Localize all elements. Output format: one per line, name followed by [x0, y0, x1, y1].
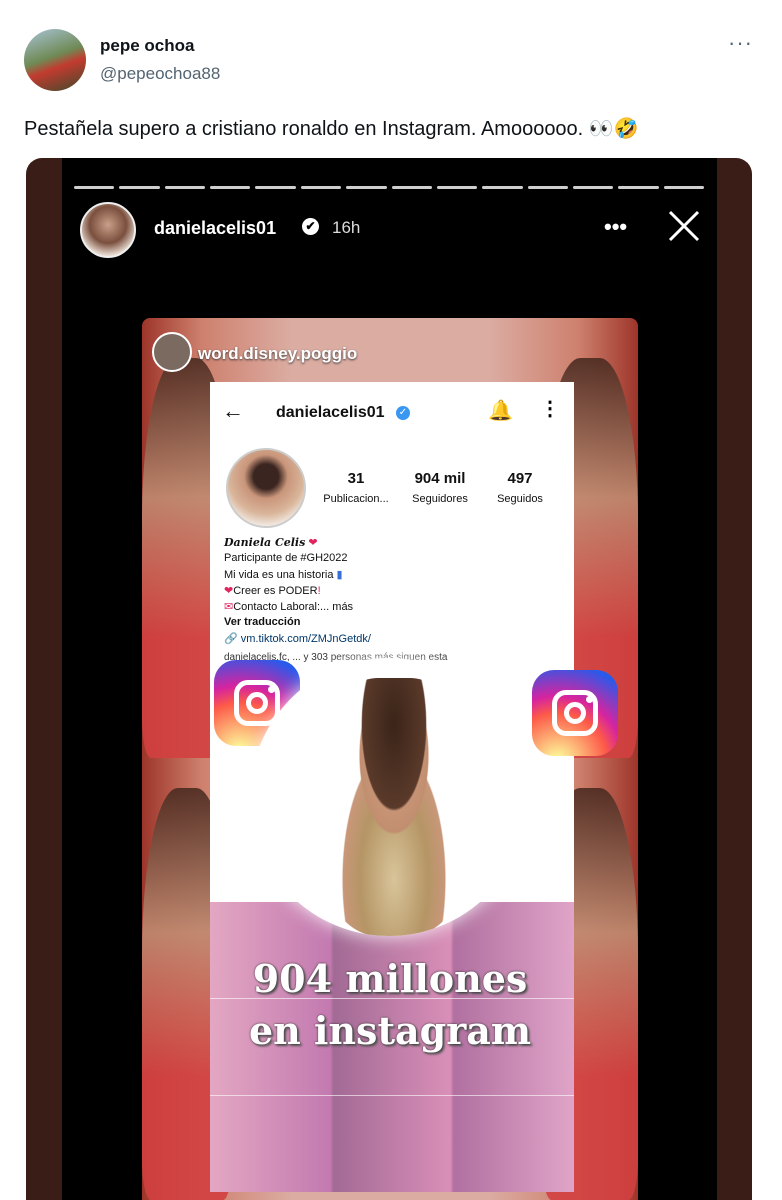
bio-line: ✉Contacto Laboral:... más [224, 601, 354, 613]
heart-icon: ❤ [308, 537, 318, 549]
story-time: 16h [332, 218, 361, 237]
back-arrow-icon: ← [222, 398, 244, 423]
story-username: danielacelis01 [154, 218, 277, 238]
profile-avatar [226, 448, 306, 528]
author-handle[interactable]: @pepeochoa88 [100, 64, 220, 84]
author-name[interactable]: pepe ochoa [100, 36, 194, 56]
tweet-media[interactable]: danielacelis01 ✔ 16h ••• word.disney.pog… [26, 158, 752, 1200]
bio-name: Daniela Celis ❤ [224, 536, 318, 549]
instagram-story-screenshot: danielacelis01 ✔ 16h ••• word.disney.pog… [62, 158, 717, 1200]
exclamation-icon: ! [317, 585, 321, 597]
repost-username: word.disney.poggio [198, 344, 358, 363]
bio-line: Mi vida es una historia ▮ [224, 569, 343, 581]
repost-avatar [152, 332, 192, 372]
bio-line: Participante de #GH2022 [224, 552, 348, 564]
story-avatar [80, 202, 136, 258]
woman-photo [314, 678, 474, 936]
author-avatar[interactable] [24, 29, 86, 91]
stat-following: 497 Seguidos [497, 470, 543, 505]
stat-followers: 904 mil Seguidores [412, 470, 468, 505]
heart-icon: ❤ [224, 585, 234, 597]
profile-link: 🔗 vm.tiktok.com/ZMJnGetdk/ [224, 633, 371, 645]
close-icon [668, 210, 700, 242]
tweet-text: Pestañela supero a cristiano ronaldo en … [24, 118, 639, 140]
profile-photo-circle [250, 658, 528, 936]
translate-link: Ver traducción [224, 616, 301, 628]
story-menu-icon: ••• [604, 214, 628, 239]
bell-icon: 🔔 [488, 400, 513, 422]
reposted-image: word.disney.poggio ← danielacelis01 ✓ 🔔 … [142, 318, 638, 1200]
instagram-logo-icon [532, 670, 618, 756]
profile-username: danielacelis01 [276, 404, 385, 421]
more-options-icon[interactable]: ··· [728, 30, 753, 56]
book-icon: ▮ [336, 569, 343, 581]
caption-line-2: en instagram [248, 1008, 532, 1053]
verified-badge-icon: ✔ [302, 218, 319, 235]
kebab-menu-icon: ⋮ [540, 398, 560, 420]
verified-badge-icon: ✓ [396, 406, 410, 420]
bio-line: ❤Creer es PODER! [224, 585, 321, 597]
envelope-icon: ✉ [224, 601, 234, 613]
caption-line-1: 904 millones [252, 956, 528, 1001]
link-icon: 🔗 [224, 633, 238, 645]
stat-posts: 31 Publicacion... [323, 470, 389, 505]
story-progress-bars [74, 186, 705, 189]
